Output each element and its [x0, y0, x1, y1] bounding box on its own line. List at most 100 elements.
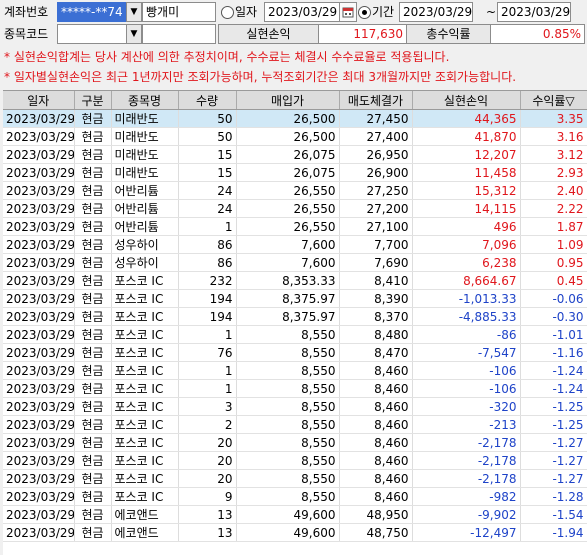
- cell-date: 2023/03/29: [3, 379, 75, 398]
- cell-return-rate: 3.12: [520, 145, 587, 164]
- col-header-buy-price[interactable]: 매입가: [236, 91, 340, 110]
- table-row[interactable]: 2023/03/29 현금 포스코 IC 9 8,550 8,460 -982 -1.28: [3, 487, 587, 506]
- table-row[interactable]: 2023/03/29 현금 포스코 IC 3 8,550 8,460 -320 -1.25: [3, 397, 587, 416]
- cell-stock-name: 포스코 IC: [111, 325, 179, 344]
- cell-sell-price: 48,950: [339, 505, 413, 524]
- col-header-realized-pnl[interactable]: 실현손익: [412, 91, 521, 110]
- cell-sell-price: 8,460: [339, 397, 413, 416]
- cell-return-rate: -1.27: [520, 433, 587, 452]
- cell-buy-price: 26,550: [236, 199, 340, 218]
- cell-buy-price: 26,075: [236, 145, 340, 164]
- cell-realized-pnl: -86: [412, 325, 521, 344]
- cell-realized-pnl: 7,096: [412, 235, 521, 254]
- cell-return-rate: -1.25: [520, 415, 587, 434]
- col-header-sell-price[interactable]: 매도체결가: [339, 91, 413, 110]
- cell-stock-name: 어반리튬: [111, 217, 179, 236]
- cell-type: 현금: [74, 307, 112, 326]
- table-row[interactable]: 2023/03/29 현금 포스코 IC 20 8,550 8,460 -2,178 -1.2…: [3, 469, 587, 488]
- cell-date: 2023/03/29: [3, 181, 75, 200]
- single-date-field[interactable]: 2023/03/29: [264, 2, 340, 22]
- table-row[interactable]: 2023/03/29 현금 미래반도 50 26,500 27,450 44,365 3.35: [3, 109, 587, 128]
- table-row[interactable]: 2023/03/29 현금 성우하이 86 7,600 7,690 6,238 0.95: [3, 253, 587, 272]
- cell-sell-price: 27,450: [339, 109, 413, 128]
- account-dropdown-button[interactable]: ▼: [126, 2, 142, 22]
- stock-row: 종목코드 ▼ 실현손익 117,630 총수익률 0.85%: [0, 24, 587, 46]
- table-row[interactable]: 2023/03/29 현금 포스코 IC 194 8,375.97 8,390 -1,013…: [3, 289, 587, 308]
- table-row[interactable]: 2023/03/29 현금 미래반도 15 26,075 26,900 11,458 2.93: [3, 163, 587, 182]
- cell-realized-pnl: 44,365: [412, 109, 521, 128]
- col-header-quantity[interactable]: 수량: [178, 91, 237, 110]
- table-row[interactable]: 2023/03/29 현금 포스코 IC 76 8,550 8,470 -7,547 -1.1…: [3, 343, 587, 362]
- table-row[interactable]: 2023/03/29 현금 포스코 IC 1 8,550 8,460 -106 -1.24: [3, 361, 587, 380]
- stock-code-field[interactable]: [57, 24, 129, 44]
- table-row[interactable]: 2023/03/29 현금 어반리튬 24 26,550 27,250 15,312 2.40: [3, 181, 587, 200]
- cell-sell-price: 8,460: [339, 379, 413, 398]
- cell-buy-price: 26,500: [236, 127, 340, 146]
- cell-buy-price: 8,375.97: [236, 289, 340, 308]
- table-body: 2023/03/29 현금 미래반도 50 26,500 27,450 44,365 3.35…: [3, 109, 587, 542]
- cell-sell-price: 27,200: [339, 199, 413, 218]
- cell-realized-pnl: -2,178: [412, 469, 521, 488]
- cell-buy-price: 26,500: [236, 109, 340, 128]
- stock-code-dropdown-button[interactable]: ▼: [126, 24, 142, 44]
- table-row[interactable]: 2023/03/29 현금 성우하이 86 7,600 7,700 7,096 1.09: [3, 235, 587, 254]
- col-header-stock-name[interactable]: 종목명: [111, 91, 179, 110]
- account-label: 계좌번호: [4, 5, 49, 19]
- table-row[interactable]: 2023/03/29 현금 어반리튬 1 26,550 27,100 496 1.87: [3, 217, 587, 236]
- table-row[interactable]: 2023/03/29 현금 포스코 IC 20 8,550 8,460 -2,178 -1.2…: [3, 451, 587, 470]
- cell-sell-price: 7,700: [339, 235, 413, 254]
- cell-buy-price: 8,550: [236, 451, 340, 470]
- range-radio[interactable]: [358, 6, 371, 19]
- pnl-grid: 일자 구분 종목명 수량 매입가 매도체결가 실현손익 수익률▽ 2023/03…: [3, 90, 587, 555]
- cell-buy-price: 8,550: [236, 361, 340, 380]
- cell-quantity: 232: [178, 271, 237, 290]
- cell-date: 2023/03/29: [3, 451, 75, 470]
- table-row[interactable]: 2023/03/29 현금 포스코 IC 20 8,550 8,460 -2,178 -1.2…: [3, 433, 587, 452]
- cell-return-rate: -1.28: [520, 487, 587, 506]
- cell-date: 2023/03/29: [3, 271, 75, 290]
- single-date-label: 일자: [235, 5, 258, 19]
- cell-return-rate: 2.93: [520, 163, 587, 182]
- table-row[interactable]: 2023/03/29 현금 에코앤드 13 49,600 48,750 -12,497 -1.…: [3, 523, 587, 542]
- table-row[interactable]: 2023/03/29 현금 포스코 IC 2 8,550 8,460 -213 -1.25: [3, 415, 587, 434]
- table-row[interactable]: 2023/03/29 현금 에코앤드 13 49,600 48,950 -9,902 -1.5…: [3, 505, 587, 524]
- col-header-return-rate[interactable]: 수익률▽: [520, 91, 587, 110]
- cell-type: 현금: [74, 109, 112, 128]
- single-date-calendar-button[interactable]: [339, 2, 357, 22]
- table-row[interactable]: 2023/03/29 현금 포스코 IC 1 8,550 8,460 -106 -1.24: [3, 379, 587, 398]
- cell-type: 현금: [74, 235, 112, 254]
- cell-buy-price: 7,600: [236, 253, 340, 272]
- table-row[interactable]: 2023/03/29 현금 포스코 IC 232 8,353.33 8,410 8,664.…: [3, 271, 587, 290]
- single-date-radio[interactable]: [221, 6, 234, 19]
- cell-type: 현금: [74, 271, 112, 290]
- cell-buy-price: 7,600: [236, 235, 340, 254]
- cell-stock-name: 성우하이: [111, 235, 179, 254]
- table-row[interactable]: 2023/03/29 현금 포스코 IC 194 8,375.97 8,370 -4,885…: [3, 307, 587, 326]
- cell-date: 2023/03/29: [3, 217, 75, 236]
- cell-buy-price: 49,600: [236, 505, 340, 524]
- stock-code-label: 종목코드: [4, 27, 49, 41]
- cell-realized-pnl: 12,207: [412, 145, 521, 164]
- col-header-date[interactable]: 일자: [3, 91, 75, 110]
- range-from-field[interactable]: 2023/03/29: [399, 2, 473, 22]
- cell-buy-price: 26,075: [236, 163, 340, 182]
- cell-buy-price: 8,550: [236, 397, 340, 416]
- table-row[interactable]: 2023/03/29 현금 포스코 IC 1 8,550 8,480 -86 -1.01: [3, 325, 587, 344]
- cell-realized-pnl: 41,870: [412, 127, 521, 146]
- col-header-type[interactable]: 구분: [74, 91, 112, 110]
- cell-realized-pnl: -9,902: [412, 505, 521, 524]
- cell-date: 2023/03/29: [3, 127, 75, 146]
- account-number-field[interactable]: *****-**74: [57, 2, 129, 22]
- table-row[interactable]: 2023/03/29 현금 어반리튬 24 26,550 27,200 14,115 2.22: [3, 199, 587, 218]
- cell-type: 현금: [74, 523, 112, 542]
- cell-type: 현금: [74, 289, 112, 308]
- cell-buy-price: 8,353.33: [236, 271, 340, 290]
- cell-stock-name: 포스코 IC: [111, 271, 179, 290]
- cell-quantity: 2: [178, 415, 237, 434]
- table-row[interactable]: 2023/03/29 현금 미래반도 15 26,075 26,950 12,207 3.12: [3, 145, 587, 164]
- range-to-field[interactable]: 2023/03/29: [497, 2, 571, 22]
- calendar-icon: [342, 7, 354, 18]
- cell-date: 2023/03/29: [3, 523, 75, 542]
- table-row[interactable]: 2023/03/29 현금 미래반도 50 26,500 27,400 41,870 3.16: [3, 127, 587, 146]
- cell-buy-price: 8,550: [236, 487, 340, 506]
